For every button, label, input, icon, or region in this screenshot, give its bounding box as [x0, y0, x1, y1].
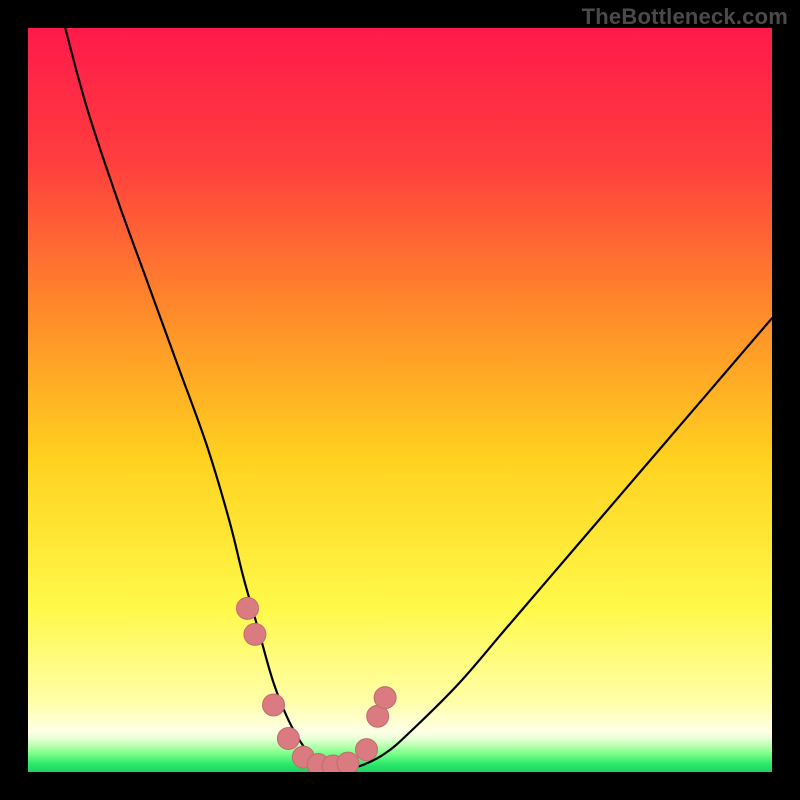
chart-frame: TheBottleneck.com	[0, 0, 800, 800]
marker-point	[244, 623, 266, 645]
gradient-background	[28, 28, 772, 772]
marker-point	[356, 739, 378, 761]
marker-point	[277, 728, 299, 750]
marker-point	[263, 694, 285, 716]
marker-point	[337, 752, 359, 772]
marker-point	[374, 687, 396, 709]
marker-point	[236, 597, 258, 619]
chart-svg	[28, 28, 772, 772]
plot-area	[28, 28, 772, 772]
watermark-text: TheBottleneck.com	[582, 4, 788, 30]
